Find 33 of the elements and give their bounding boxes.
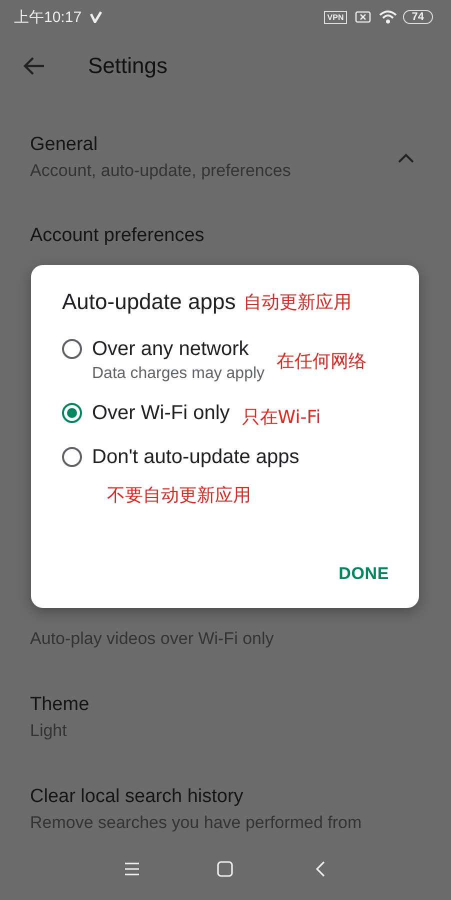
back-icon[interactable] (315, 861, 325, 877)
done-button[interactable]: DONE (338, 564, 389, 584)
annotation-text: 在任何网络 (276, 350, 367, 373)
menu-icon[interactable] (124, 862, 140, 876)
battery-indicator: 74 (402, 10, 433, 24)
option-label[interactable]: Over any network (92, 335, 265, 363)
radio-button[interactable] (62, 403, 82, 423)
setting-title[interactable]: Theme (30, 692, 421, 718)
annotation-text: 不要自动更新应用 (107, 484, 251, 507)
setting-subtitle: Auto-play videos over Wi-Fi only (30, 628, 275, 650)
section-title: General (30, 133, 99, 157)
vpn-indicator: VPN (324, 10, 347, 24)
back-arrow-icon[interactable] (22, 56, 46, 76)
page-title: Settings (88, 53, 168, 79)
section-subtitle: Account, auto-update, preferences (30, 160, 292, 182)
annotation-text: 自动更新应用 (244, 291, 352, 314)
setting-subtitle: Light (30, 720, 68, 742)
setting-title[interactable]: Clear local search history (30, 784, 421, 810)
home-square-icon[interactable] (217, 861, 233, 877)
option-label[interactable]: Don't auto-update apps (92, 443, 300, 471)
option-description: Data charges may apply (92, 364, 265, 384)
radio-button[interactable] (62, 339, 82, 359)
check-icon (90, 11, 102, 23)
dialog-title: Auto-update apps (62, 289, 236, 315)
annotation-text: 只在Wi-Fi (242, 406, 321, 429)
option-label[interactable]: Over Wi-Fi only (92, 399, 230, 427)
radio-button[interactable] (62, 447, 82, 467)
setting-title[interactable]: Account preferences (30, 223, 421, 249)
no-sim-icon (354, 11, 371, 23)
setting-subtitle: Remove searches you have performed from (30, 812, 363, 834)
wifi-icon (378, 10, 397, 24)
chevron-up-icon[interactable] (397, 152, 415, 164)
status-time: 上午10:17 (14, 8, 82, 26)
